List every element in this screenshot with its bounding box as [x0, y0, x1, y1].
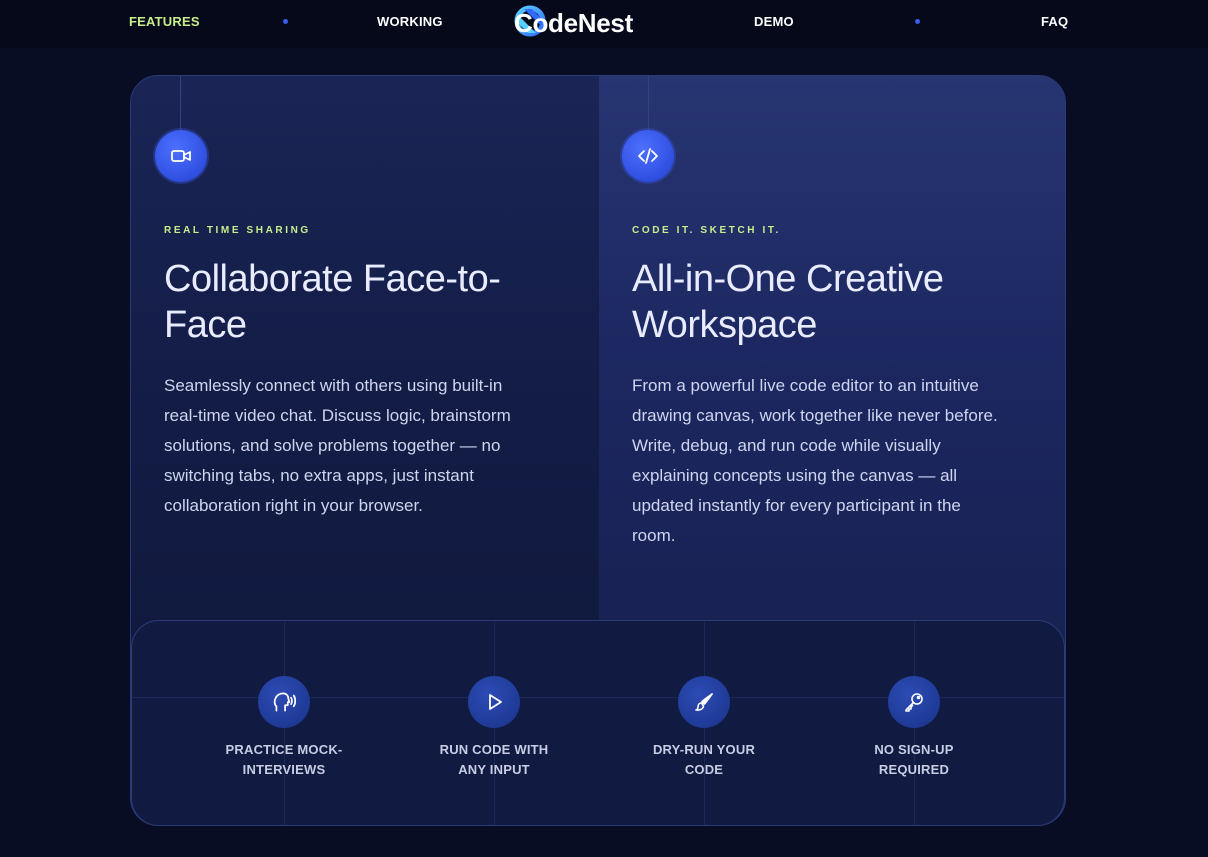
highlight-label-line: INTERVIEWS	[242, 762, 326, 777]
nav-link-demo[interactable]: DEMO	[754, 14, 794, 29]
highlight-label-line: REQUIRED	[878, 762, 950, 777]
feature-title-line: All-in-One Creative	[632, 258, 944, 300]
description-line: drawing canvas, work together like never…	[632, 406, 998, 425]
description-line: switching tabs, no extra apps, just inst…	[164, 466, 474, 485]
top-navigation: FEATURES WORKING CodeNest DEMO FAQ	[0, 0, 1208, 48]
nav-link-features[interactable]: FEATURES	[129, 14, 200, 29]
brand-name: CodeNest	[514, 7, 633, 38]
feature-eyebrow: REAL TIME SHARING	[164, 225, 311, 236]
highlight-label-line: ANY INPUT	[458, 762, 530, 777]
nav-link-working[interactable]: WORKING	[377, 14, 443, 29]
nav-separator-dot	[915, 19, 920, 24]
features-card: REAL TIME SHARING Collaborate Face-to- F…	[130, 75, 1066, 826]
decorative-line	[648, 76, 649, 130]
description-line: collaboration right in your browser.	[164, 496, 423, 515]
feature-title-line: Collaborate Face-to-	[164, 258, 501, 300]
highlight-label-line: RUN CODE WITH	[439, 742, 549, 757]
decorative-line	[180, 76, 181, 130]
key-icon	[888, 676, 940, 728]
play-icon	[468, 676, 520, 728]
nav-link-faq[interactable]: FAQ	[1041, 14, 1068, 29]
feature-description: From a powerful live code editor to an i…	[632, 371, 1052, 551]
highlight-label-line: DRY-RUN YOUR	[652, 742, 756, 757]
description-line: explaining concepts using the canvas — a…	[632, 466, 958, 485]
description-line: room.	[632, 526, 676, 545]
highlights-strip: PRACTICE MOCK- INTERVIEWS RUN CODE WITH …	[131, 620, 1065, 825]
feature-title-line: Face	[164, 304, 247, 346]
highlight-label: RUN CODE WITH ANY INPUT	[409, 740, 579, 780]
feature-description: Seamlessly connect with others using bui…	[164, 371, 584, 521]
description-line: real-time video chat. Discuss logic, bra…	[164, 406, 511, 425]
highlight-label: PRACTICE MOCK- INTERVIEWS	[199, 740, 369, 780]
highlight-label-line: PRACTICE MOCK-	[225, 742, 343, 757]
video-camera-icon	[155, 130, 207, 182]
feature-title: Collaborate Face-to- Face	[164, 256, 584, 348]
description-line: Seamlessly connect with others using bui…	[164, 376, 503, 395]
feature-title: All-in-One Creative Workspace	[632, 256, 1052, 348]
description-line: solutions, and solve problems together —…	[164, 436, 501, 455]
feature-eyebrow: CODE IT. SKETCH IT.	[632, 225, 781, 236]
highlight-label-line: NO SIGN-UP	[874, 742, 954, 757]
feature-title-line: Workspace	[632, 304, 817, 346]
speaking-head-icon	[258, 676, 310, 728]
paintbrush-icon	[678, 676, 730, 728]
nav-separator-dot	[283, 19, 288, 24]
highlight-label: NO SIGN-UP REQUIRED	[829, 740, 999, 780]
description-line: From a powerful live code editor to an i…	[632, 376, 979, 395]
highlight-label-line: CODE	[684, 762, 724, 777]
description-line: Write, debug, and run code while visuall…	[632, 436, 941, 455]
description-line: updated instantly for every participant …	[632, 496, 961, 515]
highlight-label: DRY-RUN YOUR CODE	[619, 740, 789, 780]
code-brackets-icon	[622, 130, 674, 182]
